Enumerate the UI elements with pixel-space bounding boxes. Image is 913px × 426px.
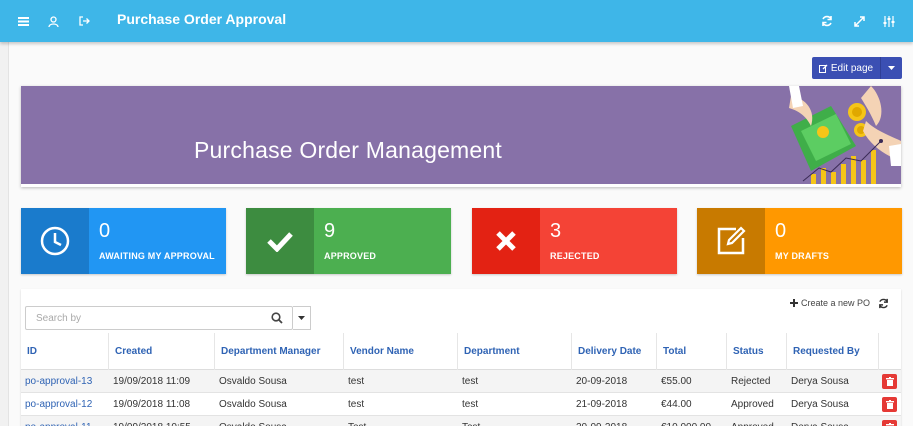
- stat-icon-box: [472, 208, 540, 274]
- x-mark-icon: [496, 231, 516, 251]
- cell-status: Rejected: [731, 376, 771, 387]
- app-title: Purchase Order Approval: [117, 11, 287, 27]
- cell-vendor-name: Test: [344, 416, 366, 426]
- cell-department-manager: Osvaldo Sousa: [219, 376, 287, 387]
- stat-value: 0: [99, 220, 111, 242]
- search-icon[interactable]: [271, 312, 283, 324]
- cell-requested-by: Derya Sousa: [791, 376, 849, 387]
- stat-label: MY DRAFTS: [775, 251, 830, 261]
- cell-department: test: [462, 376, 479, 387]
- cell-id[interactable]: po-approval-12: [21, 393, 92, 416]
- cell-delivery-date: 21-09-2018: [576, 399, 628, 410]
- edit-document-icon: [717, 226, 746, 255]
- stat-approved[interactable]: 9 APPROVED: [246, 208, 451, 274]
- expand-icon[interactable]: [850, 12, 868, 30]
- cell-requested-by: Derya Sousa: [791, 399, 849, 410]
- cell-department-manager: Osvaldo Sousa: [219, 399, 287, 410]
- cell-vendor-name: test: [348, 376, 365, 387]
- table-header: ID Created Department Manager Vendor Nam…: [21, 333, 901, 370]
- cell-total: €44.00: [661, 399, 692, 410]
- banner: Purchase Order Management: [21, 86, 901, 187]
- stat-label: REJECTED: [550, 251, 600, 261]
- cell-status: Approved: [731, 399, 774, 410]
- table-row[interactable]: po-approval-11 19/09/2018 10:55 Osvaldo So…: [21, 416, 901, 426]
- column-header-department-manager[interactable]: Department Manager: [215, 333, 344, 370]
- column-header-id[interactable]: ID: [21, 333, 109, 370]
- cell-vendor-name: test: [348, 399, 365, 410]
- refresh-icon[interactable]: [818, 12, 836, 30]
- cell-requested-by: Derya Sousa: [787, 416, 849, 426]
- trash-icon: [885, 400, 894, 409]
- menu-icon[interactable]: [14, 12, 32, 30]
- table-refresh-icon[interactable]: [878, 298, 889, 309]
- user-icon[interactable]: [44, 12, 62, 30]
- stat-text: 0 MY DRAFTS: [765, 208, 902, 274]
- edit-icon: [818, 64, 828, 73]
- stat-text: 0 AWAITING MY APPROVAL: [89, 208, 226, 274]
- cell-department: Test: [458, 416, 480, 426]
- stat-value: 9: [324, 220, 336, 242]
- edit-page-dropdown[interactable]: [880, 57, 902, 79]
- caret-down-icon: [298, 316, 305, 320]
- po-table-panel: Create a new PO ID Created Department Ma…: [21, 289, 901, 426]
- settings-sliders-icon[interactable]: [880, 12, 898, 30]
- stat-value: 3: [550, 220, 562, 242]
- cell-delivery-date: 20-09-2018: [576, 376, 628, 387]
- column-header-status[interactable]: Status: [727, 333, 787, 370]
- cell-total: €10,000.00: [657, 416, 711, 426]
- edit-page-group: Edit page: [812, 57, 902, 79]
- edit-page-button[interactable]: Edit page: [812, 57, 880, 79]
- cell-delivery-date: 20-09-2018: [572, 416, 627, 426]
- search-input[interactable]: [25, 306, 293, 330]
- cell-created: 19/09/2018 11:08: [113, 399, 191, 410]
- edit-page-label: Edit page: [830, 62, 874, 74]
- clock-icon: [40, 226, 70, 256]
- stat-label: AWAITING MY APPROVAL: [99, 251, 215, 261]
- stat-text: 3 REJECTED: [540, 208, 677, 274]
- cell-department-manager: Osvaldo Sousa: [215, 416, 287, 426]
- checkmark-icon: [267, 232, 293, 252]
- column-header-total[interactable]: Total: [657, 333, 727, 370]
- table-row[interactable]: po-approval-13 19/09/2018 11:09 Osvaldo So…: [21, 370, 901, 393]
- table-row[interactable]: po-approval-12 19/09/2018 11:08 Osvaldo So…: [21, 393, 901, 416]
- top-bar: Purchase Order Approval: [0, 0, 913, 42]
- plus-icon: [790, 299, 798, 307]
- cell-created: 19/09/2018 10:55: [109, 416, 191, 426]
- column-header-requested-by[interactable]: Requested By: [787, 333, 879, 370]
- cell-id[interactable]: po-approval-11: [21, 416, 92, 426]
- column-header-created[interactable]: Created: [109, 333, 215, 370]
- logout-icon[interactable]: [75, 12, 93, 30]
- column-header-department[interactable]: Department: [458, 333, 572, 370]
- stat-awaiting-approval[interactable]: 0 AWAITING MY APPROVAL: [21, 208, 226, 274]
- cell-id[interactable]: po-approval-13: [21, 370, 92, 393]
- trash-icon: [885, 377, 894, 386]
- stat-text: 9 APPROVED: [314, 208, 451, 274]
- delete-button[interactable]: [882, 397, 897, 412]
- stat-icon-box: [21, 208, 89, 274]
- stat-my-drafts[interactable]: 0 MY DRAFTS: [697, 208, 902, 274]
- cell-total: €55.00: [661, 376, 692, 387]
- column-header-delivery-date[interactable]: Delivery Date: [572, 333, 657, 370]
- stat-icon-box: [246, 208, 314, 274]
- stat-label: APPROVED: [324, 251, 377, 261]
- cell-created: 19/09/2018 11:09: [113, 376, 191, 387]
- stat-rejected[interactable]: 3 REJECTED: [472, 208, 677, 274]
- column-header-vendor-name[interactable]: Vendor Name: [344, 333, 458, 370]
- banner-title: Purchase Order Management: [194, 137, 502, 163]
- delete-button[interactable]: [882, 420, 897, 426]
- cell-status: Approved: [727, 416, 774, 426]
- caret-down-icon: [888, 66, 895, 70]
- stat-value: 0: [775, 220, 787, 242]
- stat-icon-box: [697, 208, 765, 274]
- cell-department: test: [462, 399, 479, 410]
- money-hands-illustration: [771, 86, 901, 184]
- create-po-button[interactable]: Create a new PO: [790, 298, 870, 308]
- create-po-label: Create a new PO: [801, 298, 871, 308]
- search-dropdown[interactable]: [293, 306, 311, 330]
- delete-button[interactable]: [882, 374, 897, 389]
